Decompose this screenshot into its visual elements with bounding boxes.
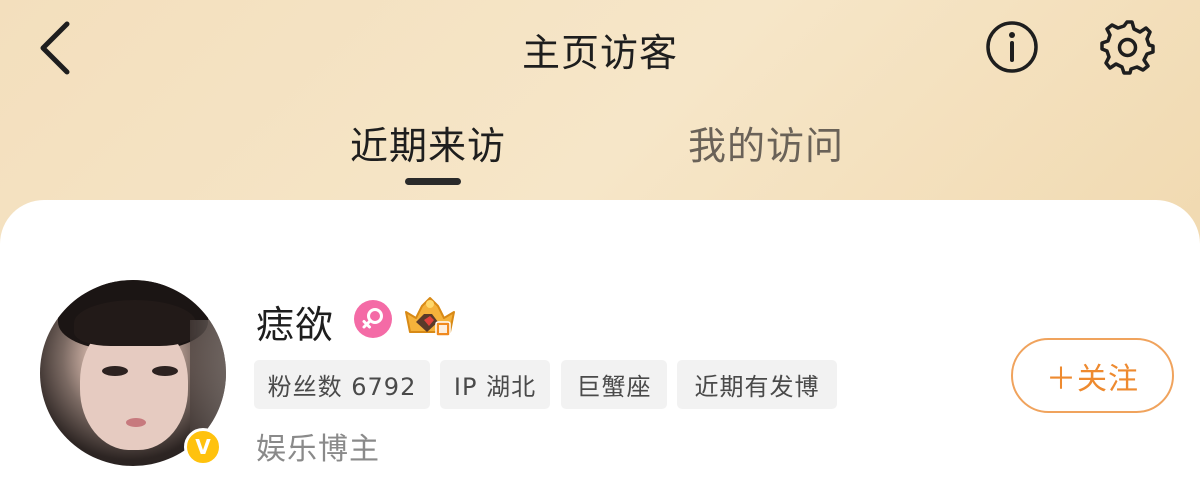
settings-button[interactable] xyxy=(1098,18,1156,76)
tab-my-visits[interactable]: 我的访问 xyxy=(688,115,844,170)
tab-recent-visitors[interactable]: 近期来访 xyxy=(350,115,506,170)
active-tab-indicator xyxy=(405,178,461,185)
tag-recent-post: 近期有发博 xyxy=(677,360,837,409)
visitor-card: V 痣欲 粉丝数 6792 IP 湖北 巨蟹座 近期有发博 娱乐博主 ＋关注 xyxy=(0,200,1200,501)
gear-icon xyxy=(1100,20,1155,75)
tag-ip-location: IP 湖北 xyxy=(440,360,550,409)
info-button[interactable] xyxy=(984,19,1040,75)
tag-zodiac: 巨蟹座 xyxy=(561,360,667,409)
crown-level-5-icon xyxy=(405,297,455,337)
visitor-name[interactable]: 痣欲 xyxy=(256,294,334,349)
female-icon xyxy=(354,300,392,338)
tag-followers: 粉丝数 6792 xyxy=(254,360,430,409)
top-navigation-bar: 主页访客 xyxy=(0,0,1200,100)
avatar-container[interactable]: V xyxy=(40,280,226,466)
visitor-description: 娱乐博主 xyxy=(256,432,380,467)
info-icon xyxy=(986,21,1038,73)
v-verified-icon: V xyxy=(184,428,222,466)
follow-button[interactable]: ＋关注 xyxy=(1011,338,1174,413)
visitor-tabs: 近期来访 我的访问 xyxy=(0,110,1200,190)
